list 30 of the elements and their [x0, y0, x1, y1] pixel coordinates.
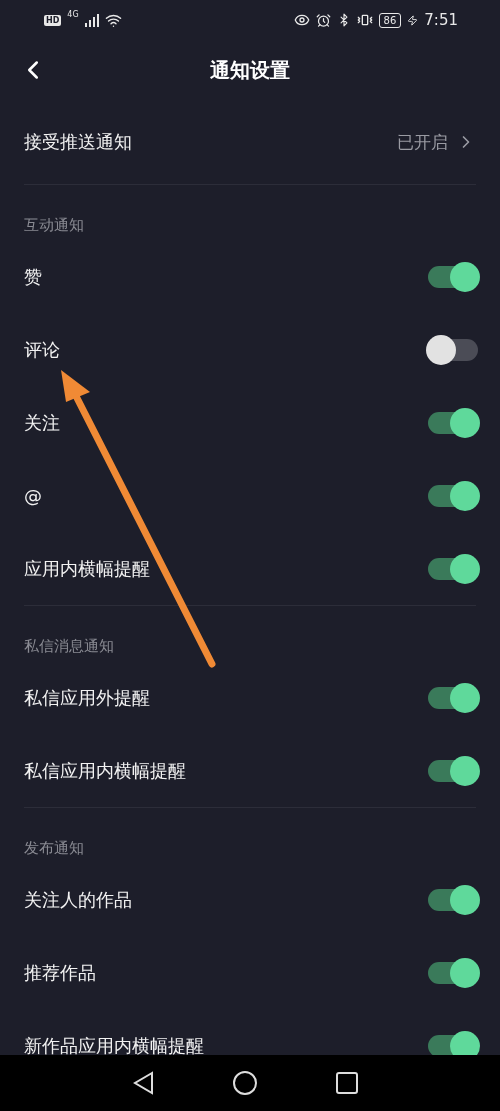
setting-label: 新作品应用内横幅提醒: [24, 1033, 205, 1055]
hd-badge: HD: [44, 14, 62, 26]
section-title: 私信消息通知: [24, 637, 114, 655]
push-setting-row[interactable]: 接受推送通知 已开启: [0, 100, 500, 184]
setting-label: 私信应用外提醒: [24, 685, 151, 710]
recents-nav-icon[interactable]: [336, 1072, 358, 1094]
battery-level: 86: [378, 12, 402, 28]
setting-label: 应用内横幅提醒: [24, 556, 151, 581]
setting-label: 赞: [24, 264, 43, 289]
setting-label: @: [24, 485, 43, 506]
charging-icon: [407, 14, 419, 26]
vibrate-icon: [356, 12, 373, 28]
clock-time: 7:51: [424, 11, 458, 29]
home-nav-icon[interactable]: [232, 1070, 258, 1096]
page-title: 通知设置: [210, 56, 290, 84]
toggle-switch[interactable]: [428, 1034, 478, 1055]
setting-label: 关注人的作品: [24, 887, 133, 912]
signal-icon: [84, 13, 99, 27]
setting-label: 接受推送通知: [24, 130, 133, 154]
setting-label: 评论: [24, 337, 61, 362]
setting-label: 私信应用内横幅提醒: [24, 758, 187, 783]
section-title: 互动通知: [24, 216, 84, 234]
section-title: 发布通知: [24, 839, 84, 857]
setting-label: 推荐作品: [24, 960, 97, 985]
network-type: 4G: [67, 10, 79, 19]
eye-icon: [293, 12, 310, 28]
back-nav-icon[interactable]: [132, 1071, 154, 1095]
setting-label: 关注: [24, 410, 61, 435]
alarm-icon: [315, 12, 331, 28]
setting-value: 已开启: [397, 130, 448, 154]
